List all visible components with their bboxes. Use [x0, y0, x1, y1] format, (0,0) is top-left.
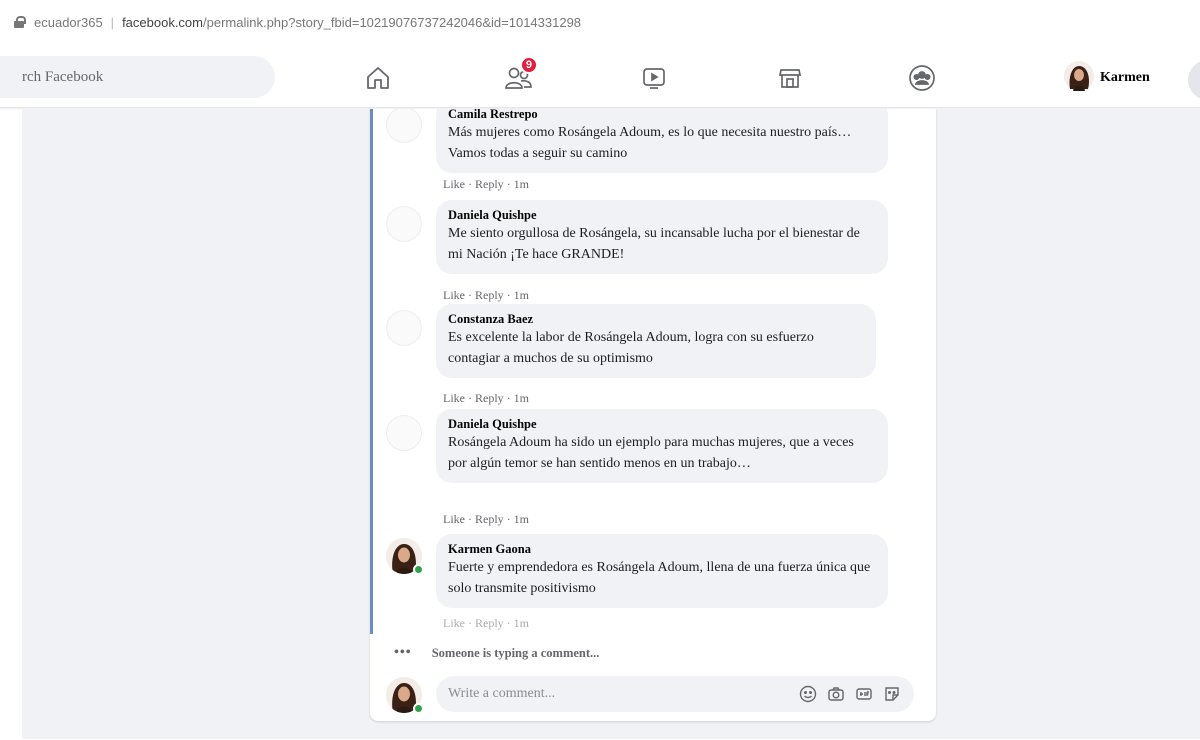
menu-button[interactable]	[1188, 60, 1200, 100]
commenter-avatar[interactable]	[386, 415, 422, 451]
like-button[interactable]: Like	[443, 288, 465, 302]
comment-time[interactable]: 1m	[514, 177, 529, 191]
like-button[interactable]: Like	[443, 616, 465, 630]
typing-indicator-text: Someone is typing a comment...	[431, 645, 600, 660]
comment-actions: Like · Reply · 1m	[443, 512, 529, 527]
separator-dot: ·	[506, 391, 511, 405]
search-box[interactable]	[0, 56, 275, 98]
comment-time[interactable]: 1m	[514, 391, 529, 405]
watch-icon[interactable]	[634, 58, 674, 98]
typing-indicator: ••• Someone is typing a comment...	[394, 645, 599, 661]
like-button[interactable]: Like	[443, 177, 465, 191]
search-input[interactable]	[22, 68, 242, 86]
comment-author[interactable]: Camila Restrepo	[448, 109, 876, 122]
reply-button[interactable]: Reply	[475, 391, 504, 405]
url-domain: facebook.com	[122, 14, 203, 30]
separator-dot: ·	[468, 512, 472, 526]
comment-time[interactable]: 1m	[514, 512, 529, 526]
comment-time[interactable]: 1m	[514, 288, 529, 302]
comment-author[interactable]: Karmen Gaona	[448, 542, 876, 557]
typing-dots-icon: •••	[394, 645, 412, 660]
reply-button[interactable]: Reply	[475, 616, 504, 630]
lock-icon	[14, 16, 26, 28]
friends-notification-badge: 9	[519, 56, 538, 74]
reply-button[interactable]: Reply	[475, 512, 504, 526]
comment-item: Karmen Gaona Fuerte y emprendedora es Ro…	[386, 534, 906, 634]
emoji-icon[interactable]	[798, 684, 818, 704]
facebook-top-nav: 9	[0, 48, 1200, 108]
comment-author[interactable]: Daniela Quishpe	[448, 208, 876, 223]
sticker-icon[interactable]	[882, 684, 902, 704]
url-path: /permalink.php?story_fbid=10219076737242…	[203, 14, 582, 30]
comment-text: Me siento orgullosa de Rosángela, su inc…	[448, 226, 860, 262]
online-status-dot	[413, 703, 424, 714]
comment-bubble: Karmen Gaona Fuerte y emprendedora es Ro…	[436, 534, 888, 608]
comment-author[interactable]: Daniela Quishpe	[448, 417, 876, 432]
comment-item: Camila Restrepo Más mujeres como Rosánge…	[386, 109, 906, 194]
like-button[interactable]: Like	[443, 512, 465, 526]
separator-dot: ·	[506, 288, 511, 302]
comment-item: Daniela Quishpe Me siento orgullosa de R…	[386, 200, 906, 303]
comment-text: Fuerte y emprendedora es Rosángela Adoum…	[448, 560, 871, 596]
comments-card: Camila Restrepo Más mujeres como Rosánge…	[370, 109, 936, 721]
like-button[interactable]: Like	[443, 391, 465, 405]
comment-actions: Like · Reply · 1m	[443, 177, 529, 192]
commenter-avatar[interactable]	[386, 310, 422, 346]
comment-actions: Like · Reply · 1m	[443, 616, 529, 631]
commenter-avatar[interactable]	[386, 206, 422, 242]
comment-author[interactable]: Constanza Baez	[448, 312, 864, 327]
comment-text: Más mujeres como Rosángela Adoum, es lo …	[448, 125, 852, 161]
online-status-dot	[413, 564, 424, 575]
comment-actions: Like · Reply · 1m	[443, 288, 529, 303]
comment-input-box[interactable]	[436, 676, 914, 712]
separator-dot: ·	[468, 616, 472, 630]
comment-time[interactable]: 1m	[514, 616, 529, 630]
comment-actions: Like · Reply · 1m	[443, 391, 529, 406]
marketplace-icon[interactable]	[770, 58, 810, 98]
screen: ecuador365 | facebook.com /permalink.php…	[0, 0, 1200, 740]
browser-address-bar[interactable]: ecuador365 | facebook.com /permalink.php…	[0, 0, 1200, 44]
gif-icon[interactable]	[854, 684, 874, 704]
comment-bubble: Daniela Quishpe Rosángela Adoum ha sido …	[436, 409, 888, 483]
separator-dot: ·	[468, 177, 472, 191]
comment-composer	[386, 673, 918, 717]
comment-text: Es excelente la labor de Rosángela Adoum…	[448, 330, 814, 366]
reply-thread-line	[370, 109, 373, 634]
comment-item: Constanza Baez Es excelente la labor de …	[386, 304, 906, 406]
address-separator: |	[110, 14, 115, 30]
composer-icons	[798, 684, 902, 704]
friends-icon[interactable]: 9	[498, 56, 538, 98]
commenter-avatar[interactable]	[386, 109, 422, 143]
comment-bubble: Daniela Quishpe Me siento orgullosa de R…	[436, 200, 888, 274]
comment-input[interactable]	[448, 686, 748, 702]
separator-dot: ·	[468, 391, 472, 405]
separator-dot: ·	[506, 177, 511, 191]
separator-dot: ·	[506, 616, 511, 630]
comment-text: Rosángela Adoum ha sido un ejemplo para …	[448, 435, 854, 471]
reply-button[interactable]: Reply	[475, 177, 504, 191]
site-label: ecuador365	[34, 14, 103, 30]
camera-icon[interactable]	[826, 684, 846, 704]
profile-chip[interactable]: Karmen	[1064, 60, 1150, 96]
separator-dot: ·	[468, 288, 472, 302]
reply-button[interactable]: Reply	[475, 288, 504, 302]
comment-bubble: Constanza Baez Es excelente la labor de …	[436, 304, 876, 378]
comment-item: Daniela Quishpe Rosángela Adoum ha sido …	[386, 409, 906, 529]
separator-dot: ·	[506, 512, 511, 526]
profile-name: Karmen	[1100, 70, 1150, 85]
comment-bubble: Camila Restrepo Más mujeres como Rosánge…	[436, 109, 888, 173]
home-icon[interactable]	[358, 58, 398, 98]
profile-avatar	[1064, 60, 1094, 96]
groups-icon[interactable]	[902, 58, 942, 98]
